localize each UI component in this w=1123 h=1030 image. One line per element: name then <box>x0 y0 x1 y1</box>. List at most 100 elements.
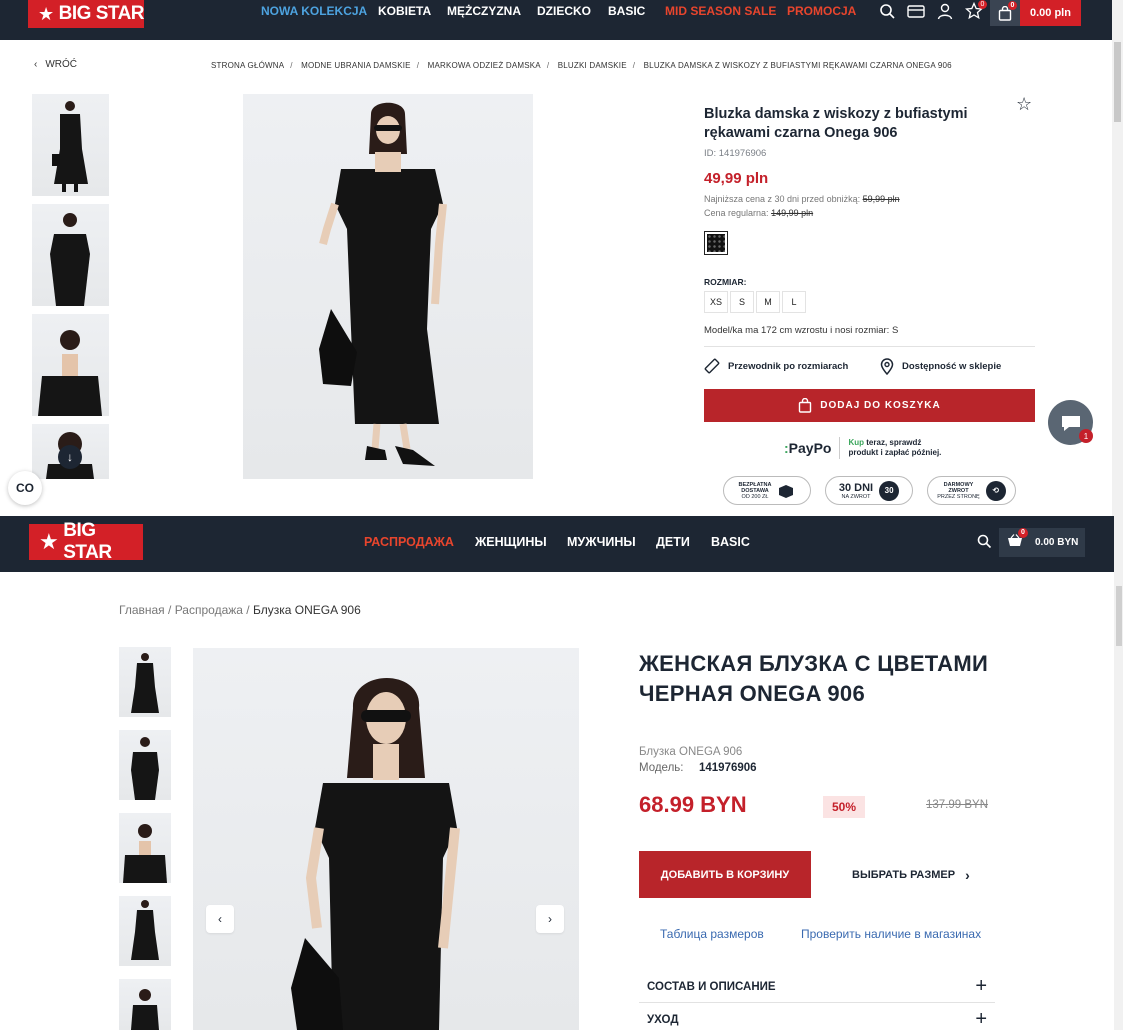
add-to-cart-button[interactable]: DODAJ DO KOSZYKA <box>704 389 1035 422</box>
breadcrumb-item[interactable]: Главная <box>119 603 165 617</box>
breadcrumb-current: BLUZKA DAMSKA Z WISKOZY Z BUFIASTYMI RĘK… <box>643 61 952 70</box>
accordion-composition[interactable]: СОСТАВ И ОПИСАНИЕ + <box>639 971 995 1003</box>
breadcrumb-item[interactable]: Распродажа <box>175 603 243 617</box>
chat-badge: 1 <box>1079 429 1093 443</box>
nav-mezczyzna[interactable]: MĘŻCZYZNA <box>447 4 521 18</box>
nav-zhenshchiny[interactable]: ЖЕНЩИНЫ <box>475 535 547 549</box>
return-icon: ⟲ <box>985 480 1006 501</box>
search-icon[interactable] <box>977 534 992 549</box>
breadcrumb: STRONA GŁÓWNA / MODNE UBRANIA DAMSKIE / MA… <box>211 61 952 70</box>
size-option-s[interactable]: S <box>730 291 754 313</box>
favorite-star-icon[interactable]: ☆ <box>1016 94 1032 115</box>
product-title: Bluzka damska z wiskozy z bufiastymi ręk… <box>704 106 968 141</box>
ru-logo[interactable]: ★ BIG STAR <box>29 520 143 563</box>
arrow-down-icon[interactable]: ↓ <box>58 445 82 469</box>
free-return-badge: DARMOWY ZWROT PRZEZ STRONĘ ⟲ <box>927 476 1016 505</box>
breadcrumb-item[interactable]: BLUZKI DAMSKIE <box>558 61 627 70</box>
breadcrumb-item[interactable]: MODNE UBRANIA DAMSKIE <box>301 61 411 70</box>
product-title: ЖЕНСКАЯ БЛУЗКА С ЦВЕТАМИ ЧЕРНАЯ ONEGA 90… <box>639 651 989 706</box>
size-option-l[interactable]: L <box>782 291 806 313</box>
thumbnail[interactable] <box>119 813 171 883</box>
size-option-xs[interactable]: XS <box>704 291 728 313</box>
store-availability-link[interactable]: Dostępność w sklepie <box>880 358 1001 375</box>
product-id: ID: 141976906 <box>704 148 767 159</box>
breadcrumb-item[interactable]: STRONA GŁÓWNA <box>211 61 284 70</box>
back-link[interactable]: ‹ WRÓĆ <box>34 59 77 70</box>
size-table-link[interactable]: Таблица размеров <box>660 927 764 941</box>
thumbnail[interactable] <box>119 730 171 800</box>
choose-size-label: ВЫБРАТЬ РАЗМЕР <box>852 869 956 881</box>
cart-amount: 0.00 BYN <box>1035 537 1079 548</box>
nav-deti[interactable]: ДЕТИ <box>656 535 690 549</box>
location-pin-icon <box>880 358 894 375</box>
nav-muzhchiny[interactable]: МУЖЧИНЫ <box>567 535 636 549</box>
ru-header: ★ BIG STAR РАСПРОДАЖА ЖЕНЩИНЫ МУЖЧИНЫ ДЕ… <box>0 516 1114 572</box>
30-days-icon: 30 <box>879 480 900 501</box>
chevron-left-icon: ‹ <box>34 59 38 70</box>
thumbnail[interactable]: ↓ <box>32 424 109 479</box>
discount-badge: 50% <box>823 796 865 818</box>
search-icon[interactable] <box>879 3 896 20</box>
breadcrumb-item[interactable]: MARKOWA ODZIEŻ DAMSKA <box>428 61 541 70</box>
accordion-label: УХОД <box>647 1013 679 1026</box>
logo-text: BIG STAR <box>63 520 112 563</box>
paypo-logo: :PayPo <box>784 440 832 456</box>
accordion-care[interactable]: УХОД + <box>639 1004 995 1030</box>
compare-icon[interactable]: CO <box>8 471 42 505</box>
scrollbar-thumb[interactable] <box>1114 42 1121 122</box>
nav-basic[interactable]: BASIC <box>711 535 750 549</box>
size-guide-link[interactable]: Przewodnik po rozmiarach <box>704 358 848 374</box>
logo-text: BIG STAR <box>58 3 145 24</box>
nav-basic[interactable]: BASIC <box>608 4 645 18</box>
wishlist-badge: 0 <box>978 0 987 9</box>
add-to-cart-button[interactable]: ДОБАВИТЬ В КОРЗИНУ <box>639 851 811 898</box>
nav-rasprodazha[interactable]: РАСПРОДАЖА <box>364 535 454 549</box>
lowest-price-value: 59,99 pln <box>862 194 900 204</box>
size-label: ROZMIAR: <box>704 277 747 287</box>
scrollbar-thumb[interactable] <box>1116 586 1122 646</box>
basket-icon: 0 <box>1007 528 1028 551</box>
nav-dziecko[interactable]: DZIECKO <box>537 4 591 18</box>
thumbnail[interactable] <box>32 314 109 416</box>
size-guide-label: Przewodnik po rozmiarach <box>728 360 849 372</box>
thumbnail[interactable] <box>119 896 171 966</box>
regular-price-label: Cena regularna: <box>704 208 769 218</box>
size-option-m[interactable]: M <box>756 291 780 313</box>
pl-header: ★ BIG STAR NOWA KOLEKCJA KOBIETA MĘŻCZYZ… <box>0 0 1112 40</box>
paypo-banner: :PayPo Kup teraz, sprawdź produkt i zapł… <box>784 437 941 459</box>
regular-price-info: Cena regularna: 149,99 pln <box>704 208 813 218</box>
choose-size-button[interactable]: ВЫБРАТЬ РАЗМЕР › <box>852 867 970 883</box>
availability-label: Dostępność w sklepie <box>902 361 1002 372</box>
pl-logo[interactable]: ★ BIG STAR <box>28 0 145 28</box>
cart-button[interactable]: 0 0.00 pln <box>990 0 1081 26</box>
cart-button[interactable]: 0 0.00 BYN <box>999 528 1085 557</box>
next-image-button[interactable]: › <box>536 905 564 933</box>
30-days-return-badge: 30 DNI NA ZWROT 30 <box>825 476 913 505</box>
product-subtitle: Блузка ONEGA 906 <box>639 746 743 758</box>
nav-kobieta[interactable]: KOBIETA <box>378 4 431 18</box>
nav-mid-season-sale[interactable]: MID SEASON SALE <box>665 4 776 18</box>
ruler-icon <box>704 358 720 374</box>
lowest-price-label: Najniższa cena z 30 dni przed obniżką: <box>704 194 861 204</box>
cart-badge: 0 <box>1008 1 1017 10</box>
thumbnail[interactable] <box>119 647 171 717</box>
nav-nowa-kolekcja[interactable]: NOWA KOLEKCJA <box>261 4 367 18</box>
old-price: 137.99 BYN <box>926 799 989 811</box>
product-price: 68.99 BYN <box>639 792 747 817</box>
prev-image-button[interactable]: ‹ <box>206 905 234 933</box>
thumbnail[interactable] <box>32 94 109 196</box>
thumbnail[interactable] <box>119 979 171 1030</box>
card-icon[interactable] <box>907 4 925 19</box>
nav-promocja[interactable]: PROMOCJA <box>787 4 856 18</box>
check-stores-link[interactable]: Проверить наличие в магазинах <box>801 927 981 941</box>
back-label: WRÓĆ <box>45 59 78 70</box>
star-icon: ★ <box>38 3 54 24</box>
main-product-image <box>243 94 533 479</box>
product-price: 49,99 pln <box>704 170 769 187</box>
color-swatch[interactable] <box>704 231 728 255</box>
user-icon[interactable] <box>937 3 953 20</box>
plus-icon: + <box>975 975 987 997</box>
thumbnail[interactable] <box>32 204 109 306</box>
cart-badge: 0 <box>1018 528 1028 538</box>
pl-screenshot: ★ BIG STAR NOWA KOLEKCJA KOBIETA MĘŻCZYZ… <box>0 0 1123 516</box>
